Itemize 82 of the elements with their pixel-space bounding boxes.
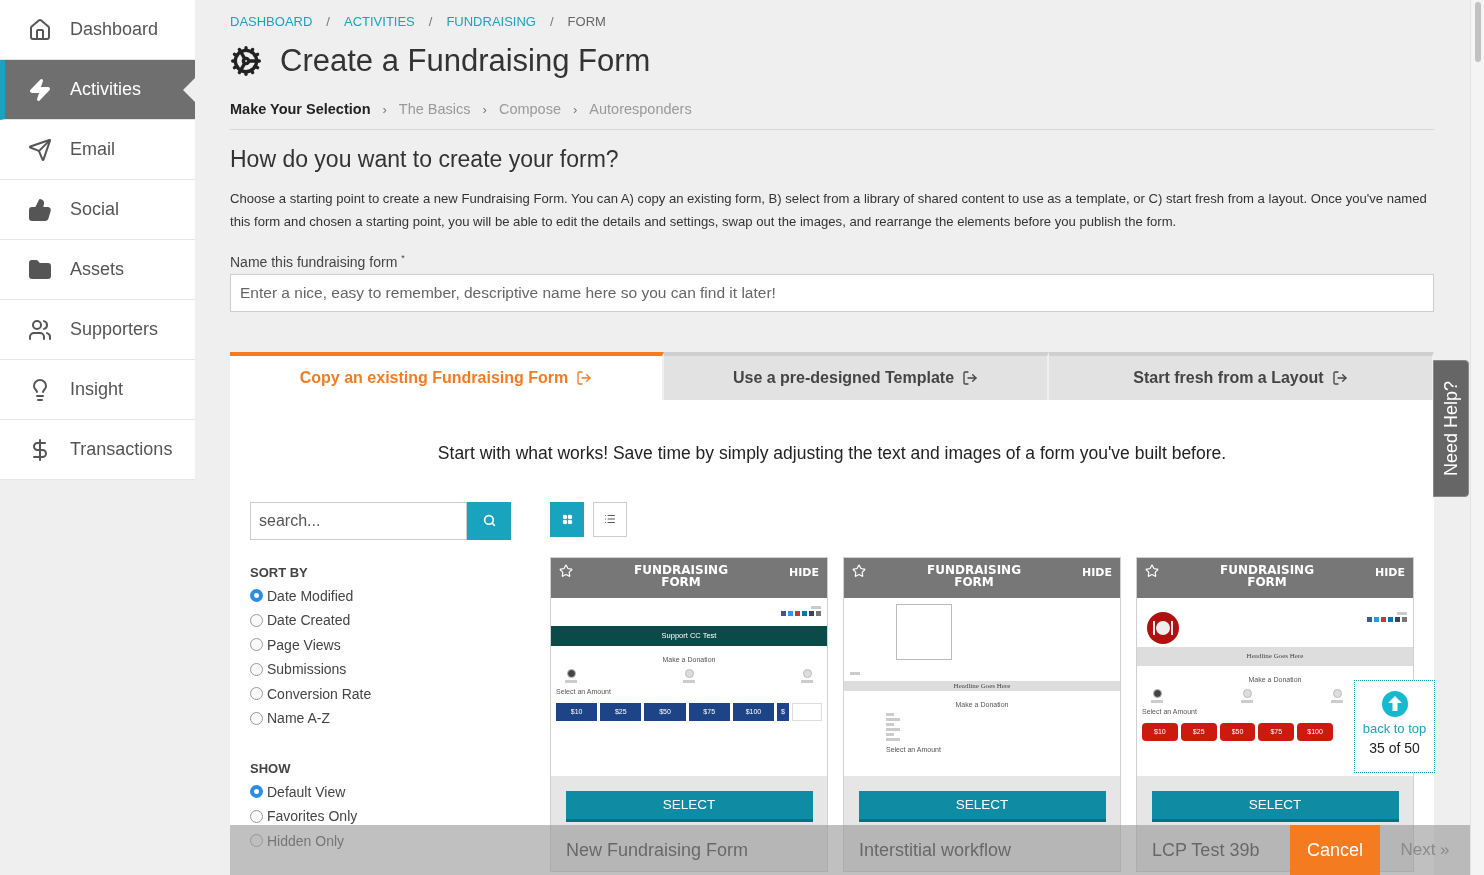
need-help-tab[interactable]: Need Help? <box>1433 360 1469 497</box>
grid-view-button[interactable] <box>550 501 584 537</box>
tagline: Start with what works! Save time by simply adjusting the text and images of a form you've built before. <box>436 442 1228 464</box>
star-icon[interactable] <box>1145 563 1159 578</box>
breadcrumb-separator: / <box>326 14 330 29</box>
form-name: New Fundraising Form <box>566 839 749 861</box>
select-button[interactable]: SELECT <box>858 790 1106 822</box>
hide-button[interactable]: HIDE <box>1082 563 1112 579</box>
sidebar-icon <box>28 77 52 102</box>
radio-option[interactable]: Page Views <box>250 632 511 658</box>
name-field[interactable]: Enter a nice, easy to remember, descriptive name here so you can find it later! <box>230 273 1434 312</box>
sidebar-item[interactable]: Insight <box>0 360 195 420</box>
sidebar-icon <box>28 317 52 342</box>
hide-button[interactable]: HIDE <box>789 563 819 579</box>
step-separator: › <box>382 101 387 117</box>
group-title: SHOW <box>250 760 292 776</box>
form-name: Interstitial workflow <box>859 839 1012 861</box>
intro-paragraph: Choose a starting point to create a new Fundraising Form. You can A) copy an existing form, B) select from a library of shared content to use as a template, or C) start fresh from a layout. Once you've named this form and chosen a starting point, you will be able to edit the details and settings, swap out the images, and rearrange the elements before you publish the form. <box>230 190 1428 231</box>
radio-option[interactable]: Default View <box>250 779 511 805</box>
select-button[interactable]: SELECT <box>1151 790 1399 822</box>
sidebar-item[interactable]: Transactions <box>0 420 195 480</box>
search-icon <box>482 514 496 528</box>
radio-option[interactable]: Date Modified <box>250 583 511 609</box>
sidebar-item[interactable]: Assets <box>0 240 195 300</box>
radio-dot[interactable] <box>250 589 263 603</box>
scrollbar[interactable] <box>1470 0 1484 875</box>
sidebar-icon <box>28 17 52 42</box>
card-title: FUNDRAISING FORM <box>633 563 729 588</box>
radio-dot[interactable] <box>250 638 263 652</box>
step-separator: › <box>482 101 487 117</box>
gears-icon <box>230 45 262 77</box>
search-button[interactable] <box>467 501 511 540</box>
section-heading: How do you want to create your form? <box>230 146 620 173</box>
page-title: Create a Fundraising Form <box>280 43 651 79</box>
sidebar-item[interactable]: Social <box>0 180 195 240</box>
arrow-up-icon[interactable] <box>1381 691 1408 717</box>
star-icon[interactable] <box>559 563 573 578</box>
sidebar-icon <box>28 137 52 162</box>
current-page-text: FORM <box>567 14 606 29</box>
hide-button[interactable]: HIDE <box>1375 563 1405 579</box>
card-title: FUNDRAISING FORM <box>1219 563 1315 588</box>
breadcrumb-separator: / <box>428 14 433 29</box>
radio-dot[interactable] <box>250 809 263 823</box>
back-to-top-link[interactable]: back to top <box>1362 721 1427 736</box>
breadcrumb-separator: / <box>549 14 554 29</box>
form-name: LCP Test 39b <box>1152 839 1260 861</box>
result-count: 35 of 50 <box>1369 740 1420 756</box>
sidebar-icon <box>28 197 52 222</box>
sidebar-item[interactable]: Supporters <box>0 300 195 360</box>
tab[interactable]: Use a pre-designed Template <box>664 351 1049 400</box>
radio-option[interactable]: Conversion Rate <box>250 681 511 707</box>
sidebar-item[interactable]: Email <box>0 120 195 180</box>
radio-option[interactable]: Submissions <box>250 657 511 682</box>
radio-dot[interactable] <box>250 785 263 799</box>
radio-dot[interactable] <box>250 613 263 627</box>
step-separator: › <box>572 101 578 117</box>
exit-icon <box>962 369 979 386</box>
card-title: FUNDRAISING FORM <box>926 563 1022 588</box>
exit-icon <box>576 369 593 386</box>
list-icon <box>604 513 616 526</box>
other-field <box>792 702 822 721</box>
plate-logo-icon <box>1147 611 1179 644</box>
exit-icon <box>1331 369 1348 386</box>
radio-dot[interactable] <box>250 834 263 848</box>
list-view-button[interactable] <box>593 501 627 537</box>
wizard-step[interactable]: Make Your Selection <box>230 101 371 117</box>
image-placeholder <box>896 603 952 660</box>
sidebar-item[interactable]: Activities <box>0 60 195 120</box>
field-label: Name this fundraising form $^{*}$ <box>230 253 406 270</box>
select-button[interactable]: SELECT <box>565 790 813 822</box>
radio-dot[interactable] <box>250 687 263 701</box>
radio-option[interactable]: Name A-Z <box>250 706 511 731</box>
radio-option[interactable]: Favorites Only <box>250 804 511 829</box>
search-field[interactable]: search... <box>250 501 467 540</box>
group-title: SORT BY <box>250 564 309 580</box>
radio-dot[interactable] <box>250 662 263 676</box>
sidebar-icon <box>28 257 52 282</box>
star-icon[interactable] <box>852 563 866 578</box>
radio-dot[interactable] <box>250 711 263 725</box>
radio-option[interactable]: Date Created <box>250 608 511 633</box>
tab[interactable]: Start fresh from a Layout <box>1049 351 1434 400</box>
grid-icon <box>561 513 573 525</box>
